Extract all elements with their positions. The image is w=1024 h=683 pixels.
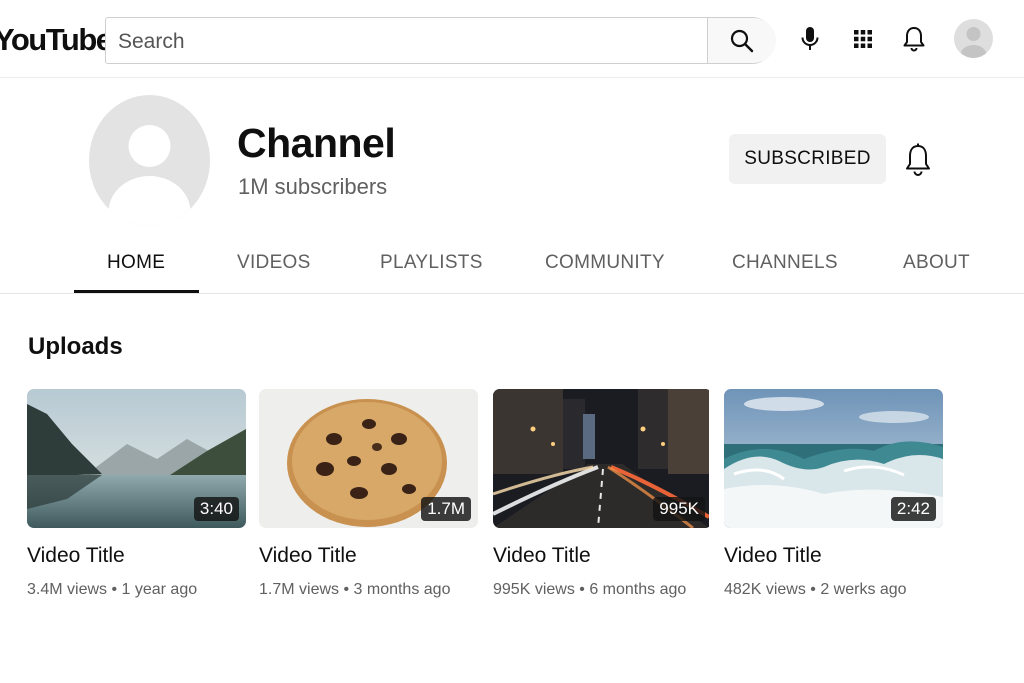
user-silhouette-icon	[960, 27, 987, 58]
tab-channels[interactable]: CHANNELS	[732, 252, 838, 274]
uploads-heading: Uploads	[28, 333, 123, 360]
video-title[interactable]: Video Title	[27, 544, 246, 568]
tab-about[interactable]: ABOUT	[903, 252, 970, 274]
video-card[interactable]: 2:42 Video Title 482K views • 2 werks ag…	[724, 389, 943, 599]
video-card[interactable]: 3:40 Video Title 3.4M views • 1 year ago	[27, 389, 246, 599]
video-title[interactable]: Video Title	[259, 544, 478, 568]
video-title[interactable]: Video Title	[724, 544, 943, 568]
search-icon	[730, 29, 754, 52]
bell-icon	[906, 143, 930, 176]
top-bar: YouTube	[0, 0, 1024, 78]
video-thumbnail[interactable]: 2:42	[724, 389, 943, 528]
tab-home[interactable]: HOME	[107, 252, 165, 274]
apps-button[interactable]	[846, 22, 880, 56]
tab-community[interactable]: COMMUNITY	[545, 252, 665, 274]
video-meta: 1.7M views • 3 months ago	[259, 581, 451, 598]
video-meta: 3.4M views • 1 year ago	[27, 581, 198, 598]
video-meta: 995K views • 6 months ago	[493, 581, 687, 598]
notifications-bell-icon	[903, 27, 925, 52]
search-box	[105, 17, 776, 64]
duration-badge: 1.7M	[421, 497, 471, 521]
subscriber-count: 1M subscribers	[238, 174, 388, 199]
microphone-icon	[801, 27, 819, 50]
tab-videos[interactable]: VIDEOS	[237, 252, 311, 274]
video-card[interactable]: 995K Video Title 995K views • 6 months a…	[493, 389, 712, 599]
channel-silhouette-icon	[108, 125, 191, 226]
duration-badge: 995K	[653, 497, 705, 521]
voice-search-button[interactable]	[793, 22, 827, 56]
video-title[interactable]: Video Title	[493, 544, 712, 568]
active-tab-indicator	[74, 290, 199, 293]
duration-badge: 2:42	[890, 497, 936, 521]
channel-notification-button[interactable]	[900, 140, 936, 180]
video-thumbnail[interactable]: 3:40	[27, 389, 246, 528]
search-input[interactable]	[116, 26, 700, 58]
youtube-logo[interactable]: YouTube	[0, 22, 113, 58]
video-card[interactable]: 1.7M Video Title 1.7M views • 3 months a…	[259, 389, 478, 599]
video-meta: 482K views • 2 werks ago	[724, 581, 907, 598]
channel-name: Channel	[237, 120, 396, 166]
video-thumbnail[interactable]: 1.7M	[259, 389, 478, 528]
notifications-button[interactable]	[897, 22, 931, 56]
video-thumbnail[interactable]: 995K	[493, 389, 712, 528]
subscribed-button[interactable]: SUBSCRIBED	[729, 134, 886, 184]
tab-playlists[interactable]: PLAYLISTS	[380, 252, 483, 274]
user-avatar[interactable]	[954, 19, 993, 58]
apps-grid-icon	[854, 30, 872, 48]
duration-badge: 3:40	[193, 497, 239, 521]
channel-tabs: HOME VIDEOS PLAYLISTS COMMUNITY CHANNELS…	[0, 240, 1024, 294]
search-button[interactable]	[707, 18, 776, 63]
channel-avatar	[89, 95, 210, 226]
